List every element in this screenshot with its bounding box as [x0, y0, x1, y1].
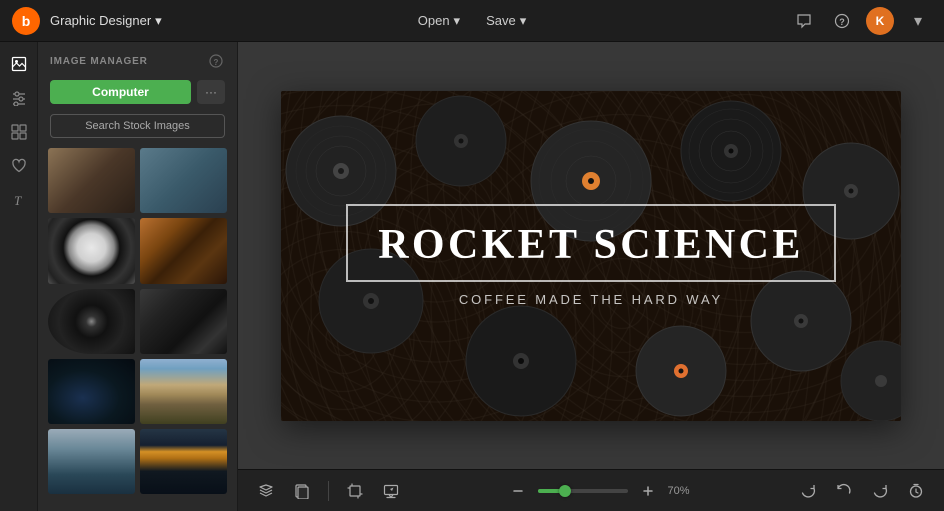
svg-text:?: ? — [214, 58, 219, 67]
canvas-subtitle: COFFEE MADE THE HARD WAY — [346, 292, 836, 307]
app-name-btn[interactable]: Graphic Designer ▾ — [50, 13, 162, 29]
canvas-card: ROCKET SCIENCE COFFEE MADE THE HARD WAY — [281, 91, 901, 421]
redo-alt-btn[interactable] — [794, 477, 822, 505]
save-menu-btn[interactable]: Save ▾ — [476, 9, 536, 33]
list-item[interactable] — [140, 218, 227, 283]
topnav-right: ? K ▾ — [790, 7, 932, 35]
save-chevron-icon: ▾ — [520, 13, 527, 29]
favorites-rail-icon[interactable] — [5, 152, 33, 180]
layers-btn[interactable] — [252, 477, 280, 505]
canvas-area: ROCKET SCIENCE COFFEE MADE THE HARD WAY — [238, 42, 944, 511]
sidebar-header: IMAGE MANAGER ? — [38, 42, 237, 76]
list-item[interactable] — [140, 359, 227, 424]
chat-icon — [796, 13, 812, 29]
list-item[interactable] — [48, 148, 135, 213]
zoom-slider[interactable] — [538, 489, 628, 493]
topnav: b Graphic Designer ▾ Open ▾ Save ▾ ? K — [0, 0, 944, 42]
list-item[interactable] — [48, 359, 135, 424]
list-item[interactable] — [48, 289, 135, 354]
chevron-down-icon: ▾ — [155, 13, 162, 29]
search-stock-btn[interactable]: Search Stock Images — [50, 114, 225, 138]
sidebar-help-btn[interactable]: ? — [207, 52, 225, 70]
help-circle-icon: ? — [209, 54, 223, 68]
list-item[interactable] — [48, 429, 135, 494]
help-icon: ? — [834, 13, 850, 29]
main-area: T IMAGE MANAGER ? Computer ··· Search St… — [0, 42, 944, 511]
svg-text:?: ? — [839, 17, 845, 27]
images-rail-icon[interactable] — [5, 50, 33, 78]
redo-btn[interactable] — [866, 477, 894, 505]
canvas-border-box: ROCKET SCIENCE — [346, 204, 836, 282]
avatar-letter: K — [876, 14, 885, 28]
image-grid — [38, 148, 237, 511]
image-icon — [11, 56, 27, 72]
clock-icon — [908, 483, 924, 499]
app-name-label: Graphic Designer — [50, 13, 151, 28]
zoom-in-btn[interactable] — [634, 477, 662, 505]
grid-icon — [11, 124, 27, 140]
chat-icon-btn[interactable] — [790, 7, 818, 35]
sidebar-actions: Computer ··· — [38, 76, 237, 112]
filters-rail-icon[interactable] — [5, 84, 33, 112]
more-btn[interactable]: ··· — [197, 80, 225, 104]
open-label: Open — [418, 13, 450, 28]
bottom-toolbar: 70% — [238, 469, 944, 511]
zoom-out-btn[interactable] — [504, 477, 532, 505]
toolbar-divider-1 — [328, 481, 329, 501]
list-item[interactable] — [48, 218, 135, 283]
list-item[interactable] — [140, 429, 227, 494]
present-icon — [383, 483, 399, 499]
undo-icon — [836, 483, 852, 499]
redo-icon — [872, 483, 888, 499]
avatar[interactable]: K — [866, 7, 894, 35]
user-menu-chevron[interactable]: ▾ — [904, 7, 932, 35]
topnav-center: Open ▾ Save ▾ — [408, 9, 537, 33]
present-btn[interactable] — [377, 477, 405, 505]
canvas-title: ROCKET SCIENCE — [378, 222, 804, 268]
logo-letter: b — [22, 13, 31, 29]
crop-btn[interactable] — [341, 477, 369, 505]
sliders-icon — [11, 90, 27, 106]
canvas-content: ROCKET SCIENCE COFFEE MADE THE HARD WAY — [346, 204, 836, 307]
sidebar-panel: IMAGE MANAGER ? Computer ··· Search Stoc… — [38, 42, 238, 511]
save-label: Save — [486, 13, 516, 28]
refresh-icon — [800, 483, 816, 499]
zoom-control: 70% — [504, 477, 696, 505]
open-menu-btn[interactable]: Open ▾ — [408, 9, 470, 33]
pages-btn[interactable] — [288, 477, 316, 505]
text-rail-icon[interactable]: T — [5, 186, 33, 214]
list-item[interactable] — [140, 289, 227, 354]
open-chevron-icon: ▾ — [454, 13, 461, 29]
plus-icon — [642, 485, 654, 497]
canvas-wrapper: ROCKET SCIENCE COFFEE MADE THE HARD WAY — [238, 42, 944, 469]
grid-rail-icon[interactable] — [5, 118, 33, 146]
pages-icon — [294, 483, 310, 499]
svg-text:T: T — [14, 193, 22, 208]
zoom-thumb — [559, 485, 571, 497]
zoom-value-label: 70% — [668, 485, 696, 497]
layers-icon — [258, 483, 274, 499]
minus-icon — [512, 485, 524, 497]
crop-icon — [347, 483, 363, 499]
text-icon: T — [11, 192, 27, 208]
icon-rail: T — [0, 42, 38, 511]
list-item[interactable] — [140, 148, 227, 213]
computer-btn[interactable]: Computer — [50, 80, 191, 104]
timer-btn[interactable] — [902, 477, 930, 505]
app-logo: b — [12, 7, 40, 35]
sidebar-title: IMAGE MANAGER — [50, 56, 201, 67]
heart-icon — [11, 158, 27, 174]
help-icon-btn[interactable]: ? — [828, 7, 856, 35]
undo-btn[interactable] — [830, 477, 858, 505]
